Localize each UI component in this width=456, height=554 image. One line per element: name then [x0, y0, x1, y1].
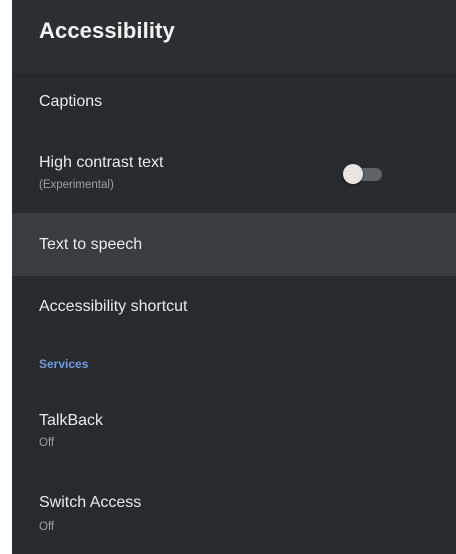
high-contrast-text-label: High contrast text — [39, 154, 164, 171]
page-title: Accessibility — [39, 18, 175, 43]
accessibility-shortcut-label: Accessibility shortcut — [39, 298, 188, 315]
text-to-speech-label: Text to speech — [39, 236, 143, 253]
switch-access-label: Switch Access — [39, 494, 142, 511]
captions-item[interactable]: Captions — [12, 80, 456, 128]
high-contrast-text-item[interactable]: High contrast text (Experimental) — [12, 142, 456, 206]
talkback-label: TalkBack — [39, 412, 104, 429]
services-section-header: Services — [39, 357, 89, 371]
settings-header: Accessibility — [12, 0, 456, 73]
captions-label: Captions — [39, 93, 103, 110]
accessibility-shortcut-item[interactable]: Accessibility shortcut — [12, 285, 456, 333]
high-contrast-text-toggle[interactable] — [340, 163, 386, 185]
switch-access-item[interactable]: Switch Access Off — [12, 479, 456, 543]
switch-access-status: Off — [39, 521, 55, 533]
talkback-item[interactable]: TalkBack Off — [12, 397, 456, 461]
high-contrast-text-sublabel: (Experimental) — [39, 179, 114, 191]
toggle-thumb — [343, 164, 363, 184]
talkback-status: Off — [39, 437, 55, 449]
accessibility-settings-panel: Accessibility Captions High contrast tex… — [12, 0, 456, 554]
text-to-speech-item[interactable]: Text to speech — [12, 213, 456, 276]
